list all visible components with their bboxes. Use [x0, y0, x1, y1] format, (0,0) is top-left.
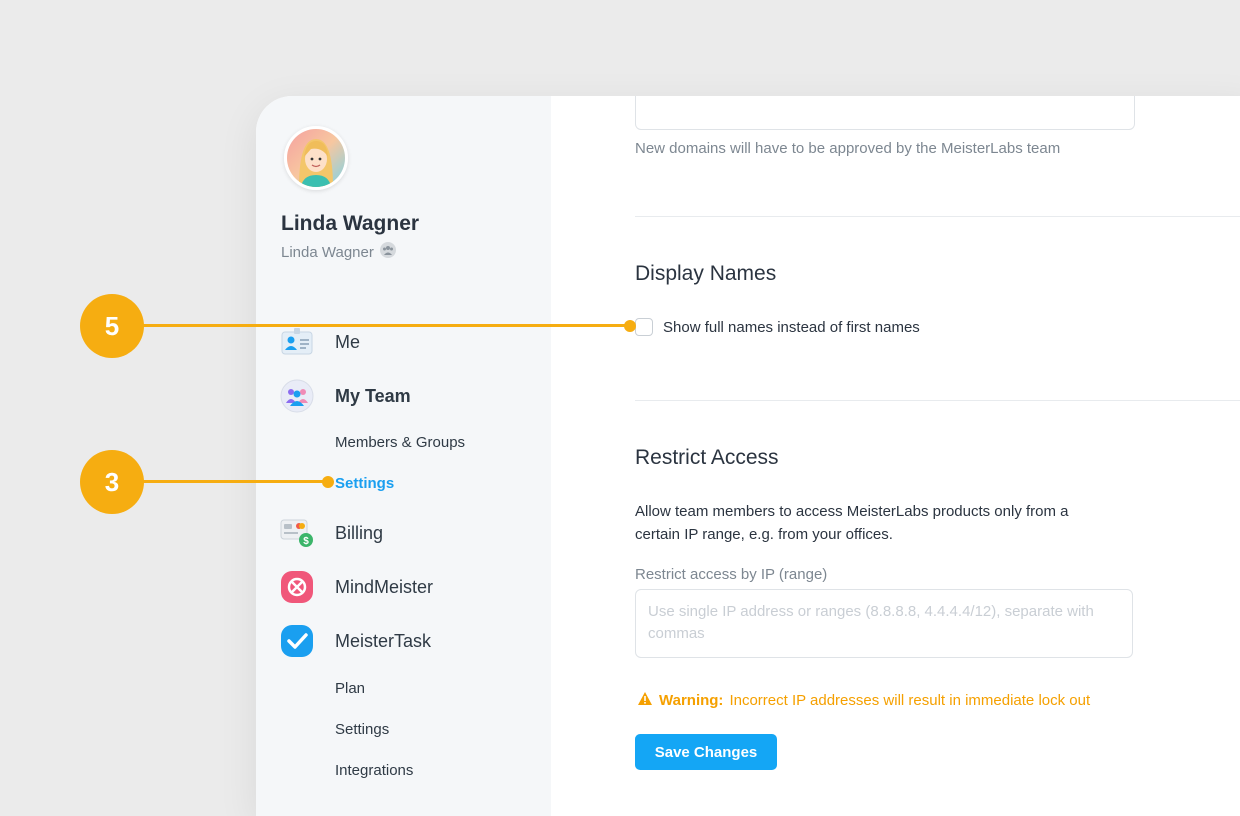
sidebar-item-label: MeisterTask	[335, 630, 432, 651]
avatar[interactable]	[284, 126, 348, 190]
sidebar-subitem-integrations[interactable]: Integrations	[335, 762, 413, 779]
user-name: Linda Wagner	[281, 212, 420, 235]
callout-dot-3	[322, 476, 334, 488]
sidebar-subitem-plan[interactable]: Plan	[335, 680, 365, 697]
ip-range-label: Restrict access by IP (range)	[635, 566, 828, 583]
sidebar-subitem-team-settings[interactable]: Settings	[335, 475, 394, 492]
warning-icon	[637, 691, 653, 710]
sidebar-item-label: Billing	[335, 522, 384, 543]
section-divider	[635, 400, 1240, 401]
sidebar: Linda Wagner Linda Wagner Me My Team Mem…	[256, 96, 551, 816]
meistertask-icon	[280, 624, 314, 658]
svg-text:$: $	[303, 536, 309, 547]
app-window: Linda Wagner Linda Wagner Me My Team Mem…	[256, 96, 1240, 816]
profile-card-icon	[280, 325, 314, 359]
sidebar-item-billing[interactable]: $ Billing	[280, 516, 383, 550]
callout-badge-3: 3	[80, 450, 144, 514]
warning-text: Incorrect IP addresses will result in im…	[729, 692, 1091, 709]
domains-input[interactable]	[635, 96, 1135, 130]
restrict-access-description: Allow team members to access MeisterLabs…	[635, 503, 1069, 543]
ip-warning: Warning: Incorrect IP addresses will res…	[637, 691, 1090, 710]
settings-content: New domains will have to be approved by …	[551, 96, 1240, 816]
user-team-label: Linda Wagner	[281, 242, 396, 262]
callout-line-3	[140, 480, 330, 483]
full-names-option[interactable]: Show full names instead of first names	[635, 318, 920, 336]
sidebar-item-label: MindMeister	[335, 576, 434, 597]
full-names-checkbox[interactable]	[635, 318, 653, 336]
display-names-title: Display Names	[635, 262, 777, 285]
warning-prefix: Warning:	[659, 692, 724, 709]
sidebar-subitem-members-groups[interactable]: Members & Groups	[335, 434, 465, 451]
billing-icon: $	[280, 516, 314, 550]
sidebar-item-meistertask[interactable]: MeisterTask	[280, 624, 431, 658]
sidebar-subitem-task-settings[interactable]: Settings	[335, 721, 389, 738]
user-subtitle: Linda Wagner	[281, 243, 374, 261]
team-icon	[280, 379, 314, 413]
sidebar-item-my-team[interactable]: My Team	[280, 379, 411, 413]
restrict-access-title: Restrict Access	[635, 446, 779, 469]
save-changes-button[interactable]: Save Changes	[635, 734, 777, 770]
callout-badge-5: 5	[80, 294, 144, 358]
sidebar-item-label: Me	[335, 331, 361, 352]
mindmeister-icon	[280, 570, 314, 604]
full-names-label: Show full names instead of first names	[663, 318, 920, 336]
ip-range-input[interactable]	[635, 589, 1133, 658]
sidebar-item-mindmeister[interactable]: MindMeister	[280, 570, 433, 604]
sidebar-item-label: My Team	[335, 385, 411, 406]
team-icon-small	[379, 242, 396, 262]
domains-hint: New domains will have to be approved by …	[635, 140, 1061, 157]
section-divider	[635, 216, 1240, 217]
sidebar-item-me[interactable]: Me	[280, 325, 360, 359]
callout-dot-5	[624, 320, 636, 332]
callout-line-5	[140, 324, 630, 327]
